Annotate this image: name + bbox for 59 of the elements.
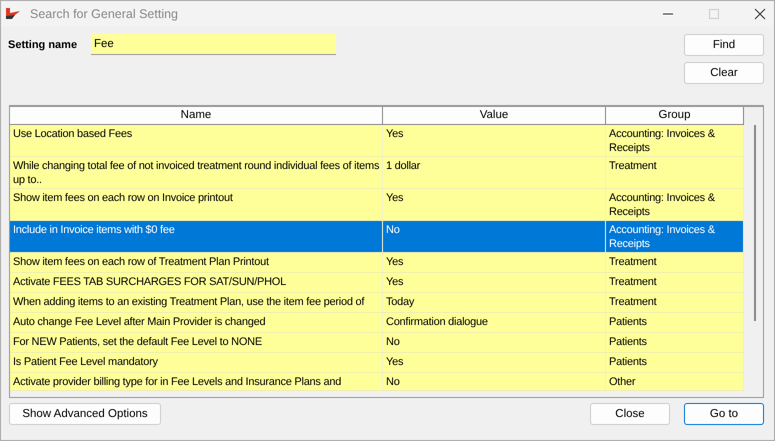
value-cell: No — [383, 221, 606, 252]
value-cell: Yes — [383, 273, 606, 292]
table-row[interactable]: Include in Invoice items with $0 fee No Accounting: Invoices & Receipts — [10, 221, 744, 253]
group-cell: Patients — [606, 333, 744, 352]
value-cell: No — [383, 373, 606, 390]
column-header[interactable]: Value — [383, 107, 606, 125]
name-cell: While changing total fee of not invoiced treatment round individual fees of items up to.. — [10, 157, 383, 188]
group-cell: Accounting: Invoices & Receipts — [606, 125, 744, 156]
table-row[interactable]: Show item fees on each row on Invoice printout Yes Accounting: Invoices & Receipts — [10, 189, 744, 221]
name-cell: Include in Invoice items with $0 fee — [10, 221, 383, 252]
name-cell: Activate provider billing type for in Fee Levels and Insurance Plans and — [10, 373, 383, 390]
name-cell: When adding items to an existing Treatment Plan, use the item fee period of — [10, 293, 383, 312]
name-cell: Auto change Fee Level after Main Provider is changed — [10, 313, 383, 332]
close-icon[interactable] — [754, 8, 766, 20]
value-cell: 1 dollar — [383, 157, 606, 188]
app-logo-icon — [5, 8, 21, 20]
table-row[interactable]: Is Patient Fee Level mandatory Yes Patients — [10, 353, 744, 373]
name-cell: Activate FEES TAB SURCHARGES FOR SAT/SUN/PHOL — [10, 273, 383, 292]
setting-name-field[interactable]: Fee — [91, 34, 336, 55]
table-row[interactable]: Activate FEES TAB SURCHARGES FOR SAT/SUN/PHOL Yes Treatment — [10, 273, 744, 293]
group-cell: Treatment — [606, 293, 744, 312]
name-cell: Use Location based Fees — [10, 125, 383, 156]
value-cell: Yes — [383, 189, 606, 220]
group-cell: Treatment — [606, 157, 744, 188]
table-row[interactable]: For NEW Patients, set the default Fee Level to NONE No Patients — [10, 333, 744, 353]
name-cell: Show item fees on each row of Treatment Plan Printout — [10, 253, 383, 272]
table-row[interactable]: While changing total fee of not invoiced treatment round individual fees of items up to.. 1 dollar Treatment — [10, 157, 744, 189]
column-header[interactable]: Name — [10, 107, 383, 125]
name-cell: Is Patient Fee Level mandatory — [10, 353, 383, 372]
value-cell: Confirmation dialogue — [383, 313, 606, 332]
maximize-icon — [708, 8, 720, 20]
show-advanced-options-button[interactable]: Show Advanced Options — [9, 403, 161, 425]
value-cell: No — [383, 333, 606, 352]
group-cell: Treatment — [606, 273, 744, 292]
setting-name-label: Setting name — [8, 39, 78, 51]
find-button[interactable]: Find — [684, 34, 764, 56]
table-row[interactable]: Activate provider billing type for in Fee Levels and Insurance Plans and No Other — [10, 373, 744, 391]
column-header[interactable]: Group — [606, 107, 744, 125]
close-button[interactable]: Close — [590, 403, 670, 425]
go-to-button[interactable]: Go to — [684, 403, 764, 425]
value-cell: Today — [383, 293, 606, 312]
window-title: Search for General Setting — [30, 7, 178, 21]
scrollbar-thumb[interactable] — [754, 125, 756, 321]
group-cell: Accounting: Invoices & Receipts — [606, 221, 744, 252]
table-row[interactable]: Auto change Fee Level after Main Provider is changed Confirmation dialogue Patients — [10, 313, 744, 333]
clear-button[interactable]: Clear — [684, 62, 764, 84]
name-cell: For NEW Patients, set the default Fee Level to NONE — [10, 333, 383, 352]
value-cell: Yes — [383, 353, 606, 372]
value-cell: Yes — [383, 253, 606, 272]
group-cell: Accounting: Invoices & Receipts — [606, 189, 744, 220]
value-cell: Yes — [383, 125, 606, 156]
table-row[interactable]: When adding items to an existing Treatment Plan, use the item fee period of Today Treatment — [10, 293, 744, 313]
table-row[interactable]: Use Location based Fees Yes Accounting: Invoices & Receipts — [10, 125, 744, 157]
group-cell: Patients — [606, 313, 744, 332]
group-cell: Other — [606, 373, 744, 390]
name-cell: Show item fees on each row on Invoice printout — [10, 189, 383, 220]
group-cell: Patients — [606, 353, 744, 372]
table-row[interactable]: Show item fees on each row of Treatment Plan Printout Yes Treatment — [10, 253, 744, 273]
group-cell: Treatment — [606, 253, 744, 272]
